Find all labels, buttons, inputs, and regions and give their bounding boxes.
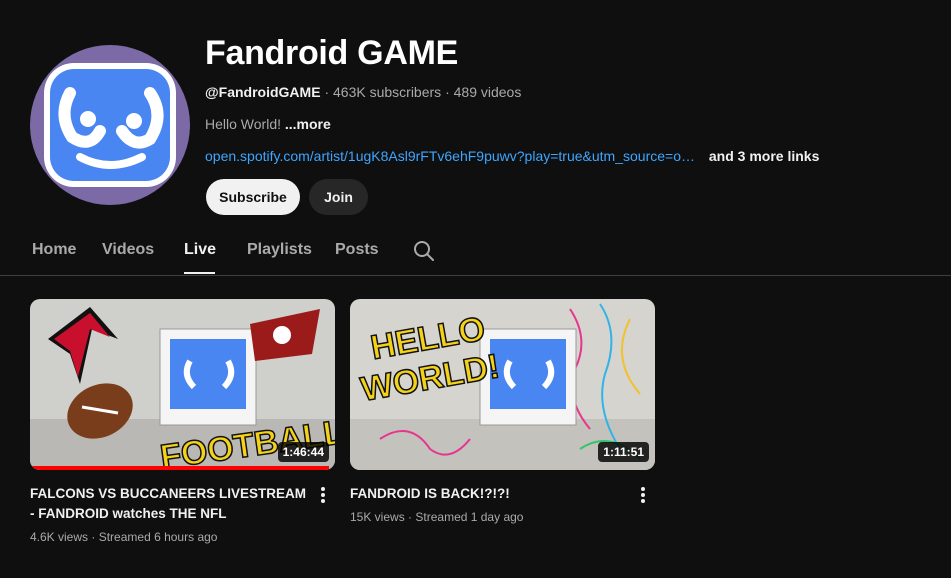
- channel-links: open.spotify.com/artist/1ugK8Asl9rFTv6eh…: [205, 148, 819, 164]
- join-button[interactable]: Join: [309, 179, 368, 215]
- video-title[interactable]: FALCONS VS BUCCANEERS LIVESTREAM - FANDR…: [30, 484, 310, 524]
- video-duration: 1:11:51: [598, 442, 649, 462]
- video-card[interactable]: FOOTBALL?? 1:46:44 FALCONS VS BUCCANEERS…: [30, 299, 335, 544]
- tab-home[interactable]: Home: [32, 241, 76, 259]
- description-text: Hello World!: [205, 116, 281, 132]
- meta-separator: ·: [91, 530, 96, 544]
- video-duration: 1:46:44: [277, 442, 329, 462]
- channel-meta: @FandroidGAME · 463K subscribers · 489 v…: [205, 84, 521, 100]
- description-more-button[interactable]: ...more: [285, 116, 331, 132]
- tab-posts[interactable]: Posts: [335, 241, 379, 259]
- view-count: 15K views: [350, 510, 405, 524]
- video-thumbnail[interactable]: HELLO WORLD! 1:11:51: [350, 299, 655, 470]
- subscriber-count: 463K subscribers: [333, 84, 442, 100]
- tab-videos[interactable]: Videos: [102, 241, 154, 259]
- video-meta: 4.6K views · Streamed 6 hours ago: [30, 530, 217, 544]
- more-links-button[interactable]: and 3 more links: [709, 148, 819, 164]
- tab-playlists[interactable]: Playlists: [247, 241, 312, 259]
- watch-progress-bar: [30, 466, 329, 470]
- channel-description[interactable]: Hello World! ...more: [205, 116, 331, 132]
- search-icon[interactable]: [412, 239, 436, 263]
- active-tab-indicator: [184, 272, 215, 274]
- streamed-time: Streamed 6 hours ago: [98, 530, 218, 544]
- meta-separator: ·: [324, 84, 330, 100]
- subscribe-button[interactable]: Subscribe: [206, 179, 300, 215]
- channel-tabs: Home Videos Live Playlists Posts: [0, 228, 951, 276]
- meta-separator: ·: [445, 84, 450, 100]
- video-card[interactable]: HELLO WORLD! 1:11:51 FANDROID IS BACK!?!…: [350, 299, 655, 524]
- channel-link[interactable]: open.spotify.com/artist/1ugK8Asl9rFTv6eh…: [205, 148, 695, 164]
- channel-avatar[interactable]: [30, 45, 190, 205]
- more-options-icon[interactable]: [319, 487, 327, 505]
- video-meta: 15K views · Streamed 1 day ago: [350, 510, 523, 524]
- tab-live[interactable]: Live: [184, 241, 216, 259]
- streamed-time: Streamed 1 day ago: [415, 510, 524, 524]
- fandroid-robot-face-icon: [44, 63, 176, 187]
- video-count: 489 videos: [453, 84, 522, 100]
- video-thumbnail[interactable]: FOOTBALL?? 1:46:44: [30, 299, 335, 470]
- video-title[interactable]: FANDROID IS BACK!?!?!: [350, 484, 630, 504]
- view-count: 4.6K views: [30, 530, 89, 544]
- more-options-icon[interactable]: [639, 487, 647, 505]
- meta-separator: ·: [408, 510, 413, 524]
- channel-handle: @FandroidGAME: [205, 84, 321, 100]
- channel-title: Fandroid GAME: [205, 34, 458, 72]
